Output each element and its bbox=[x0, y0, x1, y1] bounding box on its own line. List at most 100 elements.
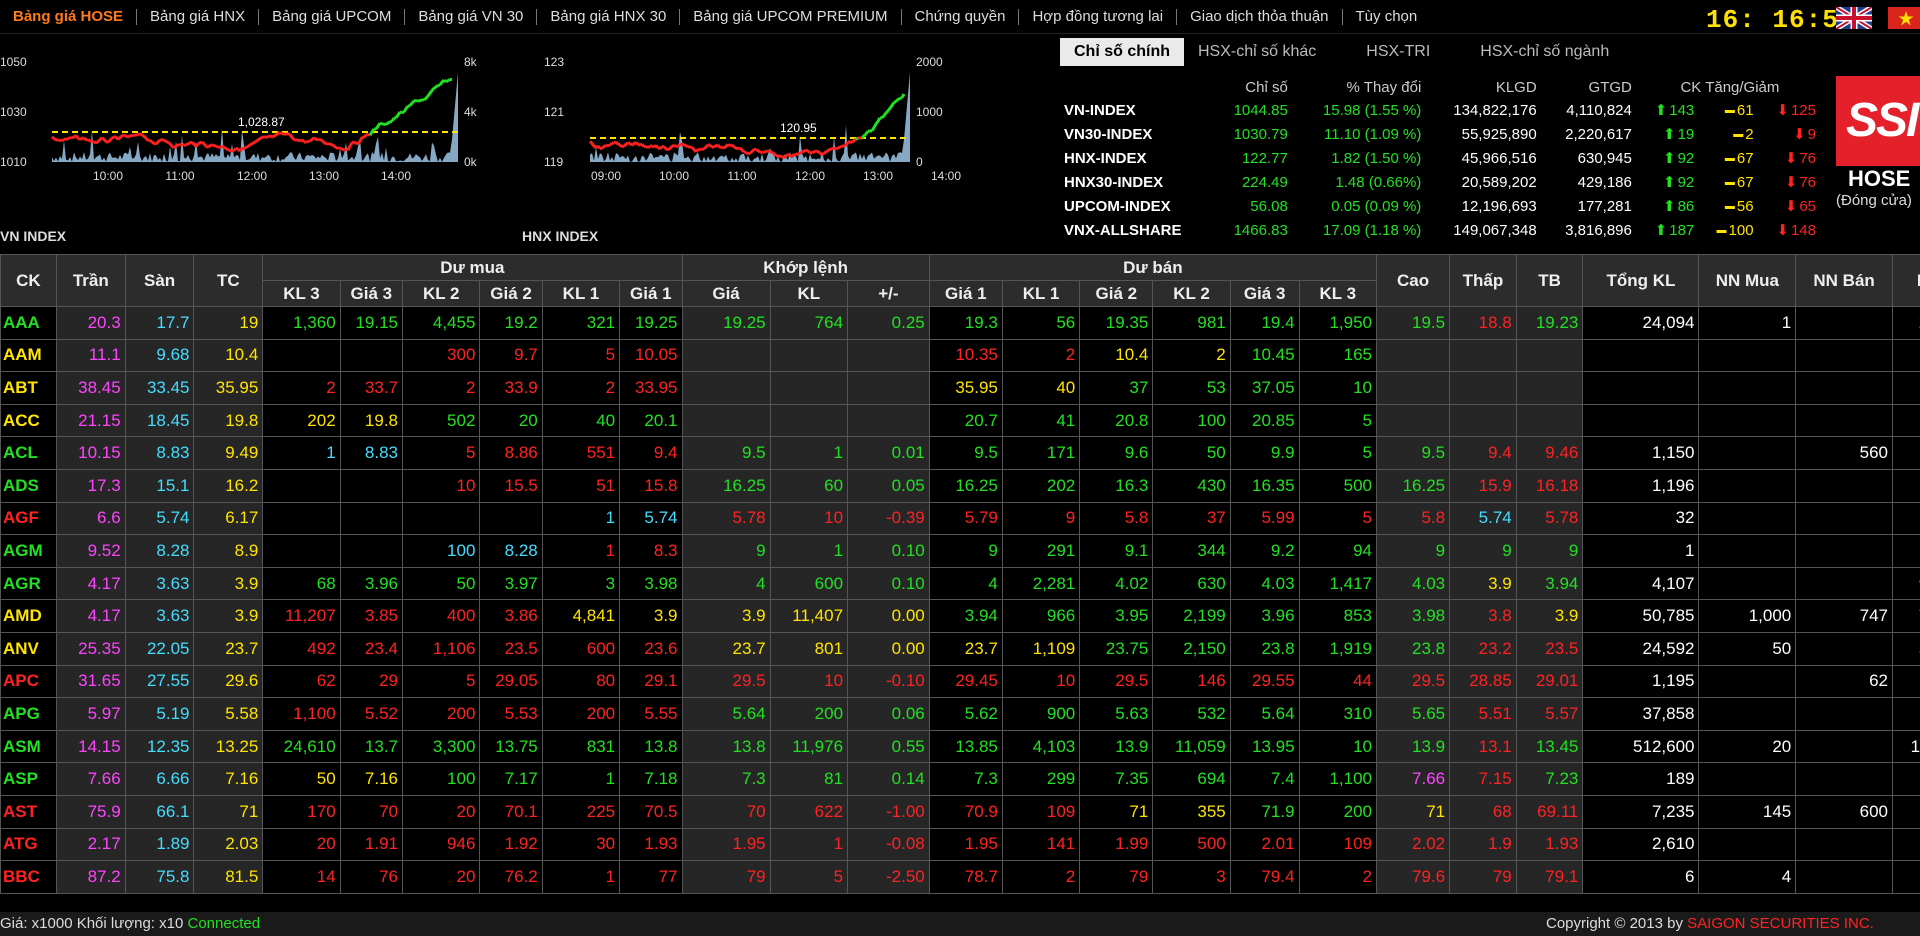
stock-row[interactable]: APG 5.97 5.19 5.58 1,100 5.52 200 5.53 200 5.55 5.… bbox=[0, 697, 1920, 731]
stock-symbol[interactable]: AGR bbox=[0, 566, 57, 601]
col-header[interactable]: KL bbox=[769, 280, 849, 307]
vn-flag-icon[interactable] bbox=[1888, 7, 1920, 29]
stock-symbol[interactable]: ATG bbox=[0, 827, 57, 862]
index-tab-2[interactable]: HSX-TRI bbox=[1352, 38, 1444, 66]
nav-board-0[interactable]: Bảng giá HOSE bbox=[0, 9, 138, 25]
stock-symbol[interactable]: ADS bbox=[0, 468, 57, 503]
stock-row[interactable]: AAA 20.3 17.7 19 1,360 19.15 4,455 19.2 321 19.25… bbox=[0, 306, 1920, 340]
stock-symbol[interactable]: AGF bbox=[0, 501, 57, 536]
col-header[interactable]: KL 3 bbox=[1298, 280, 1378, 307]
stock-row[interactable]: AGF 6.6 5.74 6.17 1 5.74 5.78 10 -0.39 5.79 9 5.8 37… bbox=[0, 501, 1920, 536]
stock-symbol[interactable]: ACC bbox=[0, 403, 57, 438]
col-header[interactable]: Giá 3 bbox=[339, 280, 404, 307]
col-header[interactable]: TC bbox=[193, 254, 264, 307]
col-header[interactable]: Cao bbox=[1376, 254, 1451, 307]
index-row[interactable]: VN30-INDEX 1030.79 11.10 (1.09 %) 55,925,89… bbox=[1062, 122, 1822, 146]
stock-row[interactable]: ATG 2.17 1.89 2.03 20 1.91 946 1.92 30 1.93 1.95 1-… bbox=[0, 827, 1920, 862]
stock-cell: 33.7 bbox=[339, 371, 404, 405]
nav-board-7[interactable]: Hợp đồng tương lai bbox=[1019, 9, 1178, 25]
stock-symbol[interactable]: AMD bbox=[0, 599, 57, 633]
col-header[interactable]: Giá 1 bbox=[928, 280, 1003, 307]
col-header[interactable]: Trần bbox=[55, 254, 126, 307]
stock-symbol[interactable]: ASM bbox=[0, 729, 57, 764]
col-header[interactable]: Room bbox=[1891, 254, 1920, 307]
stock-symbol[interactable]: APG bbox=[0, 697, 57, 731]
stock-row[interactable]: ABT 38.45 33.45 35.95 2 33.7 2 33.9 2 33.95 35.95 4… bbox=[0, 371, 1920, 405]
stock-cell: 79.6 bbox=[1376, 860, 1451, 894]
nav-board-6[interactable]: Chứng quyền bbox=[902, 9, 1020, 25]
col-header[interactable]: NN Bán bbox=[1795, 254, 1893, 307]
stock-cell: 2 bbox=[1152, 338, 1231, 373]
index-tab-0[interactable]: Chỉ số chính bbox=[1060, 38, 1184, 66]
unchanged-count: 61 bbox=[1700, 98, 1759, 122]
stock-row[interactable]: ADS 17.3 15.1 16.2 10 15.5 51 15.8 16.25 60 0.05 16… bbox=[0, 468, 1920, 503]
index-volume: 55,925,890 bbox=[1461, 125, 1537, 143]
chart-y-tick: 1030 bbox=[0, 105, 27, 119]
stock-symbol[interactable]: APC bbox=[0, 664, 57, 699]
unchanged-count: 2 bbox=[1700, 122, 1759, 146]
stock-symbol[interactable]: ASP bbox=[0, 762, 57, 796]
col-header[interactable]: +/- bbox=[847, 280, 930, 307]
stock-row[interactable]: AMD 4.17 3.63 3.9 11,207 3.85 400 3.86 4,841 3.9 3… bbox=[0, 599, 1920, 633]
col-header[interactable]: KL 3 bbox=[262, 280, 341, 307]
stock-symbol[interactable]: AGM bbox=[0, 534, 57, 568]
col-header[interactable]: Thấp bbox=[1449, 254, 1517, 307]
stock-row[interactable]: AAM 11.1 9.68 10.4 300 9.7 5 10.05 10.35 2 10.4 2 10… bbox=[0, 338, 1920, 373]
index-tab-3[interactable]: HSX-chỉ số ngành bbox=[1466, 38, 1623, 66]
stock-cell: 7.17 bbox=[479, 762, 543, 796]
col-header[interactable]: KL 2 bbox=[1152, 280, 1231, 307]
stock-row[interactable]: ANV 25.35 22.05 23.7 492 23.4 1,106 23.5 600 23.6… bbox=[0, 631, 1920, 666]
col-header[interactable]: KL 2 bbox=[402, 280, 481, 307]
col-header[interactable]: Sàn bbox=[124, 254, 195, 307]
index-row[interactable]: HNX-INDEX 122.77 1.82 (1.50 %) 45,966,516 63… bbox=[1062, 146, 1822, 170]
col-header[interactable]: KL 1 bbox=[1001, 280, 1081, 307]
uk-flag-icon[interactable] bbox=[1836, 7, 1872, 29]
stock-row[interactable]: ASP 7.66 6.66 7.16 50 7.16 100 7.17 1 7.18 7.3 81 0.… bbox=[0, 762, 1920, 796]
stock-symbol[interactable]: AAM bbox=[0, 338, 57, 373]
stock-cell: 13.25 bbox=[193, 729, 264, 764]
nav-board-5[interactable]: Bảng giá UPCOM PREMIUM bbox=[680, 9, 902, 25]
col-header[interactable]: TB bbox=[1515, 254, 1584, 307]
nav-board-2[interactable]: Bảng giá UPCOM bbox=[259, 9, 406, 25]
stock-row[interactable]: ASM 14.15 12.35 13.25 24,610 13.7 3,300 13.75 83… bbox=[0, 729, 1920, 764]
stock-row[interactable]: AST 75.9 66.1 71 170 70 20 70.1 225 70.5 70 622 -1.0… bbox=[0, 794, 1920, 829]
stock-cell: 9.68 bbox=[124, 338, 195, 373]
stock-cell: 79 bbox=[681, 860, 771, 894]
index-row[interactable]: VN-INDEX 1044.85 15.98 (1.55 %) 134,822,176… bbox=[1062, 98, 1822, 122]
stock-cell: 165 bbox=[1298, 338, 1378, 373]
stock-row[interactable]: APC 31.65 27.55 29.6 62 29 5 29.05 80 29.1 29.5 10-… bbox=[0, 664, 1920, 699]
nav-board-1[interactable]: Bảng giá HNX bbox=[137, 9, 260, 25]
col-header[interactable]: CK bbox=[0, 254, 57, 307]
stock-cell: 94 bbox=[1298, 534, 1378, 568]
col-header[interactable]: Tổng KL bbox=[1582, 254, 1700, 307]
board-group-header: CK Trần Sàn TC Dư mua Khớp lệnh Dư bán Cao Thấp T… bbox=[0, 254, 1920, 307]
index-row[interactable]: HNX30-INDEX 224.49 1.48 (0.66%) 20,589,202 4… bbox=[1062, 170, 1822, 194]
stock-symbol[interactable]: BBC bbox=[0, 860, 57, 894]
stock-symbol[interactable]: ABT bbox=[0, 371, 57, 405]
col-header[interactable]: Giá 2 bbox=[1079, 280, 1154, 307]
nav-board-9[interactable]: Tùy chọn bbox=[1343, 9, 1431, 25]
col-header[interactable]: Giá 3 bbox=[1229, 280, 1300, 307]
nav-board-4[interactable]: Bảng giá HNX 30 bbox=[537, 9, 681, 25]
col-header[interactable]: Giá bbox=[681, 280, 771, 307]
col-header[interactable]: Giá 1 bbox=[619, 280, 683, 307]
stock-row[interactable]: ACC 21.15 18.45 19.8 202 19.8 502 20 40 20.1 20.7 4… bbox=[0, 403, 1920, 438]
stock-symbol[interactable]: AST bbox=[0, 794, 57, 829]
index-tabs: Chỉ số chính HSX-chỉ số khác HSX-TRI HSX-ch… bbox=[1060, 38, 1645, 66]
stock-symbol[interactable]: AAA bbox=[0, 306, 57, 340]
col-header[interactable]: NN Mua bbox=[1698, 254, 1797, 307]
stock-row[interactable]: ACL 10.15 8.83 9.49 1 8.83 5 8.86 551 9.4 9.5 1 0.01… bbox=[0, 436, 1920, 470]
nav-board-3[interactable]: Bảng giá VN 30 bbox=[405, 9, 538, 25]
stock-symbol[interactable]: ANV bbox=[0, 631, 57, 666]
index-tab-1[interactable]: HSX-chỉ số khác bbox=[1184, 38, 1330, 66]
index-row[interactable]: UPCOM-INDEX 56.08 0.05 (0.09 %) 12,196,693 1… bbox=[1062, 194, 1822, 218]
col-header[interactable]: Giá 2 bbox=[479, 280, 543, 307]
stock-cell: 9.9 bbox=[1229, 436, 1300, 470]
stock-row[interactable]: BBC 87.2 75.8 81.5 14 76 20 76.2 1 77 79 5 -2.50 78.7… bbox=[0, 860, 1920, 894]
col-header[interactable]: KL 1 bbox=[541, 280, 621, 307]
index-row[interactable]: VNX-ALLSHARE 1466.83 17.09 (1.18 %) 149,067… bbox=[1062, 218, 1822, 242]
nav-board-8[interactable]: Giao dịch thỏa thuận bbox=[1177, 9, 1343, 25]
stock-row[interactable]: AGM 9.52 8.28 8.9 100 8.28 1 8.3 9 1 0.10 9 291 9.1 34… bbox=[0, 534, 1920, 568]
stock-row[interactable]: AGR 4.17 3.63 3.9 68 3.96 50 3.97 3 3.98 4 600 0.10 4… bbox=[0, 566, 1920, 601]
stock-symbol[interactable]: ACL bbox=[0, 436, 57, 470]
